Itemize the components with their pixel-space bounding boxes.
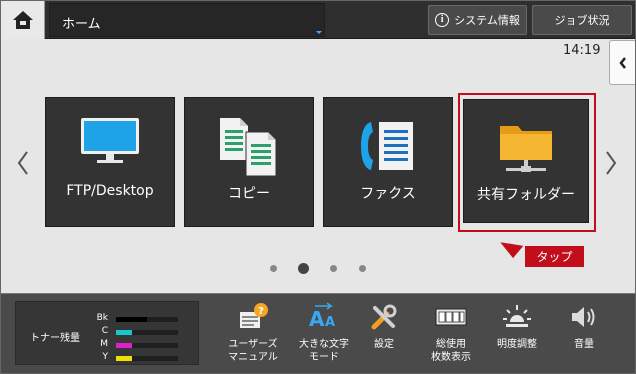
home-screen: ホーム i システム情報 ジョブ状況 14:19 FTP/Desktop コピー…	[0, 0, 636, 374]
pager-dot[interactable]	[359, 265, 366, 272]
pager-dot[interactable]	[270, 265, 277, 272]
page-title: ホーム	[62, 17, 101, 32]
total-count-button[interactable]: 総使用 枚数表示	[419, 298, 483, 370]
toner-fill	[116, 330, 132, 335]
system-info-label: システム情報	[454, 14, 520, 27]
volume-button[interactable]: 音量	[552, 298, 616, 370]
toner-label: トナー残量	[30, 333, 80, 344]
highlight-frame	[458, 93, 596, 232]
tile-label: FTP/Desktop	[66, 183, 154, 199]
chevron-left-icon	[619, 56, 626, 69]
toner-fill	[116, 343, 132, 348]
home-button[interactable]	[1, 1, 45, 39]
tile-fax[interactable]: ファクス	[323, 97, 453, 227]
user-manual-button[interactable]: ? ユーザーズ マニュアル	[221, 298, 285, 370]
tap-callout: タップ	[525, 246, 584, 267]
bottom-bar: トナー残量 Bk C M Y ? ユーザーズ マニュアル A A 大きな文字 モ…	[1, 293, 635, 373]
bottom-item-label: 総使用 枚数表示	[431, 339, 471, 363]
settings-tools-icon	[371, 304, 397, 330]
top-bar: ホーム i システム情報 ジョブ状況	[1, 1, 635, 39]
bottom-item-label: 明度調整	[497, 339, 537, 350]
job-status-button[interactable]: ジョブ状況	[532, 5, 632, 35]
tile-ftp-desktop[interactable]: FTP/Desktop	[45, 97, 175, 227]
side-panel-tab[interactable]	[609, 40, 635, 85]
tile-label: コピー	[228, 186, 270, 202]
large-text-mode-button[interactable]: A A 大きな文字 モード	[292, 298, 356, 370]
chevron-right-icon	[606, 151, 617, 175]
settings-button[interactable]: 設定	[352, 298, 416, 370]
system-info-button[interactable]: i システム情報	[428, 5, 527, 35]
toner-letter: M	[100, 339, 108, 349]
next-page-arrow[interactable]	[599, 146, 623, 180]
copy-documents-icon	[220, 118, 277, 177]
toner-row-m: M	[90, 339, 190, 352]
bottom-item-label: 音量	[574, 339, 594, 350]
callout-pointer	[497, 233, 524, 259]
toner-track	[116, 343, 178, 348]
counter-icon	[435, 308, 467, 326]
monitor-icon	[81, 118, 139, 163]
brightness-icon	[503, 305, 531, 327]
toner-level-panel[interactable]: トナー残量 Bk C M Y	[15, 301, 199, 365]
toner-track	[116, 356, 178, 361]
chevron-left-icon	[17, 151, 28, 175]
home-icon	[12, 11, 33, 29]
user-manual-icon: ?	[240, 303, 268, 328]
job-status-label: ジョブ状況	[554, 14, 610, 27]
title-dropdown-indicator	[316, 31, 322, 34]
toner-track	[116, 317, 178, 322]
bottom-item-label: ユーザーズ マニュアル	[228, 339, 278, 363]
toner-letter: Y	[102, 352, 109, 362]
pager-dot[interactable]	[330, 265, 337, 272]
toner-fill	[116, 317, 147, 322]
toner-letter: Bk	[96, 313, 108, 323]
info-icon: i	[435, 13, 450, 27]
clock: 14:19	[563, 43, 601, 58]
fax-phone-icon	[361, 122, 413, 170]
large-text-icon: A A	[309, 302, 335, 331]
toner-row-bk: Bk	[90, 313, 190, 326]
previous-page-arrow[interactable]	[11, 146, 35, 180]
title-area[interactable]: ホーム	[49, 3, 325, 37]
toner-row-y: Y	[90, 352, 190, 365]
pager-dot-active[interactable]	[298, 263, 309, 274]
volume-icon	[572, 307, 595, 327]
svg-text:A: A	[309, 307, 325, 331]
svg-text:?: ?	[258, 306, 264, 317]
svg-text:A: A	[325, 315, 335, 330]
bottom-item-label: 設定	[374, 339, 394, 350]
tile-label: ファクス	[360, 186, 416, 202]
toner-letter: C	[101, 326, 108, 336]
toner-fill	[116, 356, 132, 361]
brightness-button[interactable]: 明度調整	[485, 298, 549, 370]
tile-copy[interactable]: コピー	[184, 97, 314, 227]
toner-row-c: C	[90, 326, 190, 339]
toner-track	[116, 330, 178, 335]
